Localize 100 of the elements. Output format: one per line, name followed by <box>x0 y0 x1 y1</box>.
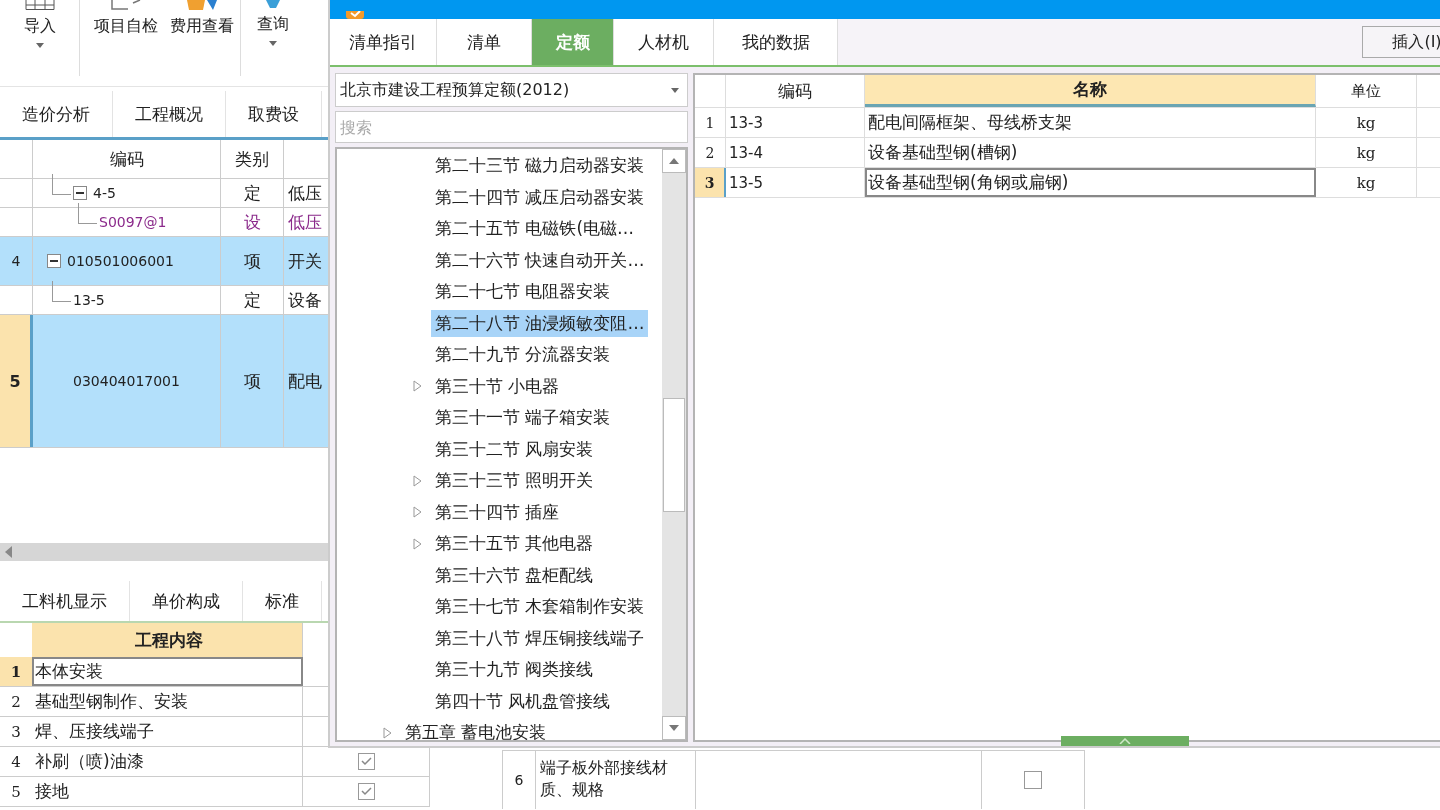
row-number: 4 <box>10 751 22 773</box>
app-icon <box>346 11 364 19</box>
table-cell: 定 <box>221 179 284 207</box>
table-cell-text: 配电 <box>287 369 323 393</box>
tab[interactable]: 清单 <box>437 19 532 65</box>
coins-icon <box>187 0 217 10</box>
chevron-up-icon <box>1119 738 1131 744</box>
table-cell-text: 低压 <box>287 181 323 205</box>
table-cell: 配电间隔框架、母线桥支架 <box>865 108 1316 137</box>
row-number: 1 <box>0 657 32 686</box>
scroll-up-icon[interactable] <box>662 149 686 173</box>
tree-item[interactable]: 第三十三节 照明开关 <box>431 467 598 495</box>
table-cell: 13-5 <box>726 168 865 197</box>
tree-item[interactable]: 第二十五节 电磁铁(电磁… <box>431 215 639 243</box>
checkbox[interactable] <box>1024 771 1042 789</box>
tab[interactable]: 清单指引 <box>330 19 437 65</box>
caret-icon <box>269 41 277 46</box>
column-header: 单位 <box>1316 75 1417 107</box>
tree-item[interactable]: 第二十九节 分流器安装 <box>431 341 615 369</box>
insert-button[interactable]: 插入(I) <box>1362 26 1440 58</box>
table-cell: 接地 <box>31 777 304 806</box>
tree-item[interactable]: 第五章 蓄电池安装 <box>401 719 551 740</box>
expand-icon[interactable] <box>413 537 423 550</box>
checkmark-icon <box>360 787 372 796</box>
collapse-icon[interactable] <box>47 254 61 268</box>
caret-icon <box>671 87 679 93</box>
row-number: 1 <box>695 108 726 137</box>
row-number: 2 <box>10 691 22 713</box>
expand-icon[interactable] <box>413 474 423 487</box>
table-cell: kg <box>1316 138 1417 167</box>
scroll-thumb[interactable] <box>663 398 685 512</box>
table-cell-text: 开关 <box>287 249 323 273</box>
tree-item[interactable]: 第二十八节 油浸频敏变阻… <box>431 309 649 337</box>
tree-item[interactable]: 第三十五节 其他电器 <box>431 530 598 558</box>
tree-item[interactable]: 第二十四节 减压启动器安装 <box>431 183 649 211</box>
detail-tab[interactable]: 单价构成 <box>130 581 243 621</box>
expand-icon[interactable] <box>413 506 423 519</box>
table-cell: 4-5 <box>33 179 221 207</box>
vertical-scrollbar[interactable] <box>662 149 686 740</box>
table-cell: 基础型钢制作、安装 <box>31 687 304 716</box>
library-dropdown[interactable]: 北京市建设工程预算定额(2012) <box>335 73 688 107</box>
table-cell: 端子板外部接线材质、规格 <box>536 751 696 809</box>
tree-item[interactable]: 第二十三节 磁力启动器安装 <box>431 152 649 180</box>
table-icon <box>24 0 55 10</box>
tree-item[interactable]: 第三十九节 阀类接线 <box>431 656 598 684</box>
view-tab[interactable]: 取费设 <box>226 91 322 137</box>
tree-line <box>52 281 71 302</box>
table-cell: 13-3 <box>726 108 865 137</box>
tree-item[interactable]: 第三十节 小电器 <box>431 372 564 400</box>
tab[interactable]: 我的数据 <box>714 19 838 65</box>
row-number: 5 <box>10 781 22 803</box>
column-header: 名称 <box>865 75 1316 107</box>
tree-item[interactable]: 第三十六节 盘柜配线 <box>431 561 598 589</box>
table-cell: 项 <box>221 315 284 447</box>
table-cell: 030404017001 <box>33 315 221 447</box>
table-cell: 设备基础型钢(角钢或扁钢) <box>865 168 1316 197</box>
checkbox[interactable] <box>357 783 375 800</box>
toolbar-button[interactable]: 费用查看 <box>164 0 240 76</box>
table-cell: S0097@1 <box>33 208 221 236</box>
table-cell: 设备基础型钢(槽钢) <box>865 138 1316 167</box>
table-cell: kg <box>1316 108 1417 137</box>
tree-item[interactable]: 第四十节 风机盘管接线 <box>431 687 615 715</box>
expand-icon[interactable] <box>413 380 423 393</box>
tree-item[interactable]: 第三十一节 端子箱安装 <box>431 404 615 432</box>
tree-line <box>52 174 71 195</box>
table-cell-text: 低压 <box>287 210 323 234</box>
column-header: 工程内容 <box>31 623 304 657</box>
table-cell: 设 <box>221 208 284 236</box>
detail-tab[interactable]: 标准 <box>243 581 322 621</box>
checkbox[interactable] <box>357 753 375 770</box>
table-cell: 13-4 <box>726 138 865 167</box>
scroll-left-icon[interactable] <box>4 546 14 558</box>
toolbar-button[interactable]: 导入 <box>0 0 80 76</box>
row-number: 4 <box>0 237 33 285</box>
table-cell-text: 设备 <box>287 288 323 312</box>
tree-item[interactable]: 第三十八节 焊压铜接线端子 <box>431 624 649 652</box>
toolbar-button[interactable]: 查询 <box>240 0 295 76</box>
table-cell: kg <box>1316 168 1417 197</box>
tree-item[interactable]: 第三十二节 风扇安装 <box>431 435 598 463</box>
table-cell: 13-5 <box>33 286 221 314</box>
tree-item[interactable]: 第二十七节 电阻器安装 <box>431 278 615 306</box>
splitter-handle[interactable] <box>1061 736 1189 746</box>
table-cell: 补刷（喷)油漆 <box>31 747 304 776</box>
expand-icon[interactable] <box>383 726 393 739</box>
caret-icon <box>35 43 44 48</box>
toolbar-button[interactable]: 项目自检 <box>88 0 164 76</box>
table-cell: 010501006001 <box>33 237 221 285</box>
tree-item[interactable]: 第二十六节 快速自动开关… <box>431 246 649 274</box>
tab[interactable]: 人材机 <box>614 19 714 65</box>
table-cell: 定 <box>221 286 284 314</box>
view-tab[interactable]: 造价分析 <box>0 91 113 137</box>
column-header: 类别 <box>221 140 284 178</box>
search-field[interactable]: 搜索 <box>335 111 688 143</box>
collapse-icon[interactable] <box>73 186 87 200</box>
tree-item[interactable]: 第三十七节 木套箱制作安装 <box>431 593 649 621</box>
tree-item[interactable]: 第三十四节 插座 <box>431 498 564 526</box>
detail-tab[interactable]: 工料机显示 <box>0 581 130 621</box>
view-tab[interactable]: 工程概况 <box>113 91 226 137</box>
column-header: 编码 <box>33 140 221 178</box>
scroll-down-icon[interactable] <box>662 716 686 740</box>
